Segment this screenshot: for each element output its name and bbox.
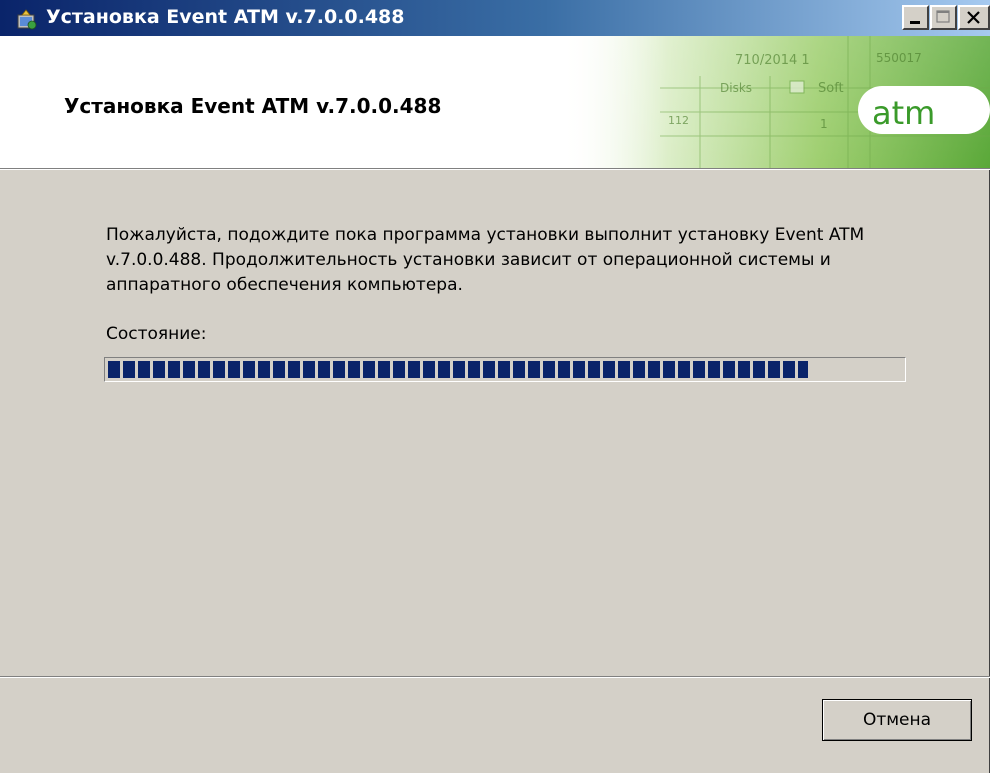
banner-title: Установка Event ATM v.7.0.0.488 (64, 94, 442, 118)
status-label: Состояние: (106, 324, 207, 344)
progress-fill (108, 361, 808, 378)
install-progress-bar (104, 357, 906, 382)
atm-logo-text: atm (872, 94, 935, 132)
maximize-icon (936, 10, 950, 23)
banner-fragment-row: 112 (668, 114, 689, 127)
install-description: Пожалуйста, подождите пока программа уст… (106, 225, 865, 295)
banner-fragment-soft: Soft (818, 81, 844, 96)
minimize-button[interactable] (902, 5, 929, 30)
minimize-icon (910, 21, 920, 24)
title-bar[interactable]: Установка Event ATM v.7.0.0.488 (0, 0, 990, 36)
banner-divider-highlight (0, 169, 990, 170)
progress-track (108, 361, 904, 378)
close-icon (967, 11, 980, 24)
maximize-button[interactable] (930, 5, 957, 30)
banner-fragment-date: 710/2014 1 (735, 53, 810, 68)
installer-app-icon (17, 9, 37, 30)
footer-divider-highlight (0, 677, 990, 678)
cancel-button[interactable]: Отмена (822, 699, 972, 741)
banner-fragment-code: 550017 (876, 51, 922, 65)
header-banner: 710/2014 1 550017 Disks Soft 112 1 atm У… (0, 36, 990, 168)
installer-window: Установка Event ATM v.7.0.0.488 710/2014… (0, 0, 990, 773)
close-button[interactable] (958, 5, 990, 30)
banner-fragment-disks: Disks (720, 81, 752, 95)
window-title: Установка Event ATM v.7.0.0.488 (46, 6, 405, 28)
banner-fragment-one: 1 (820, 117, 828, 131)
